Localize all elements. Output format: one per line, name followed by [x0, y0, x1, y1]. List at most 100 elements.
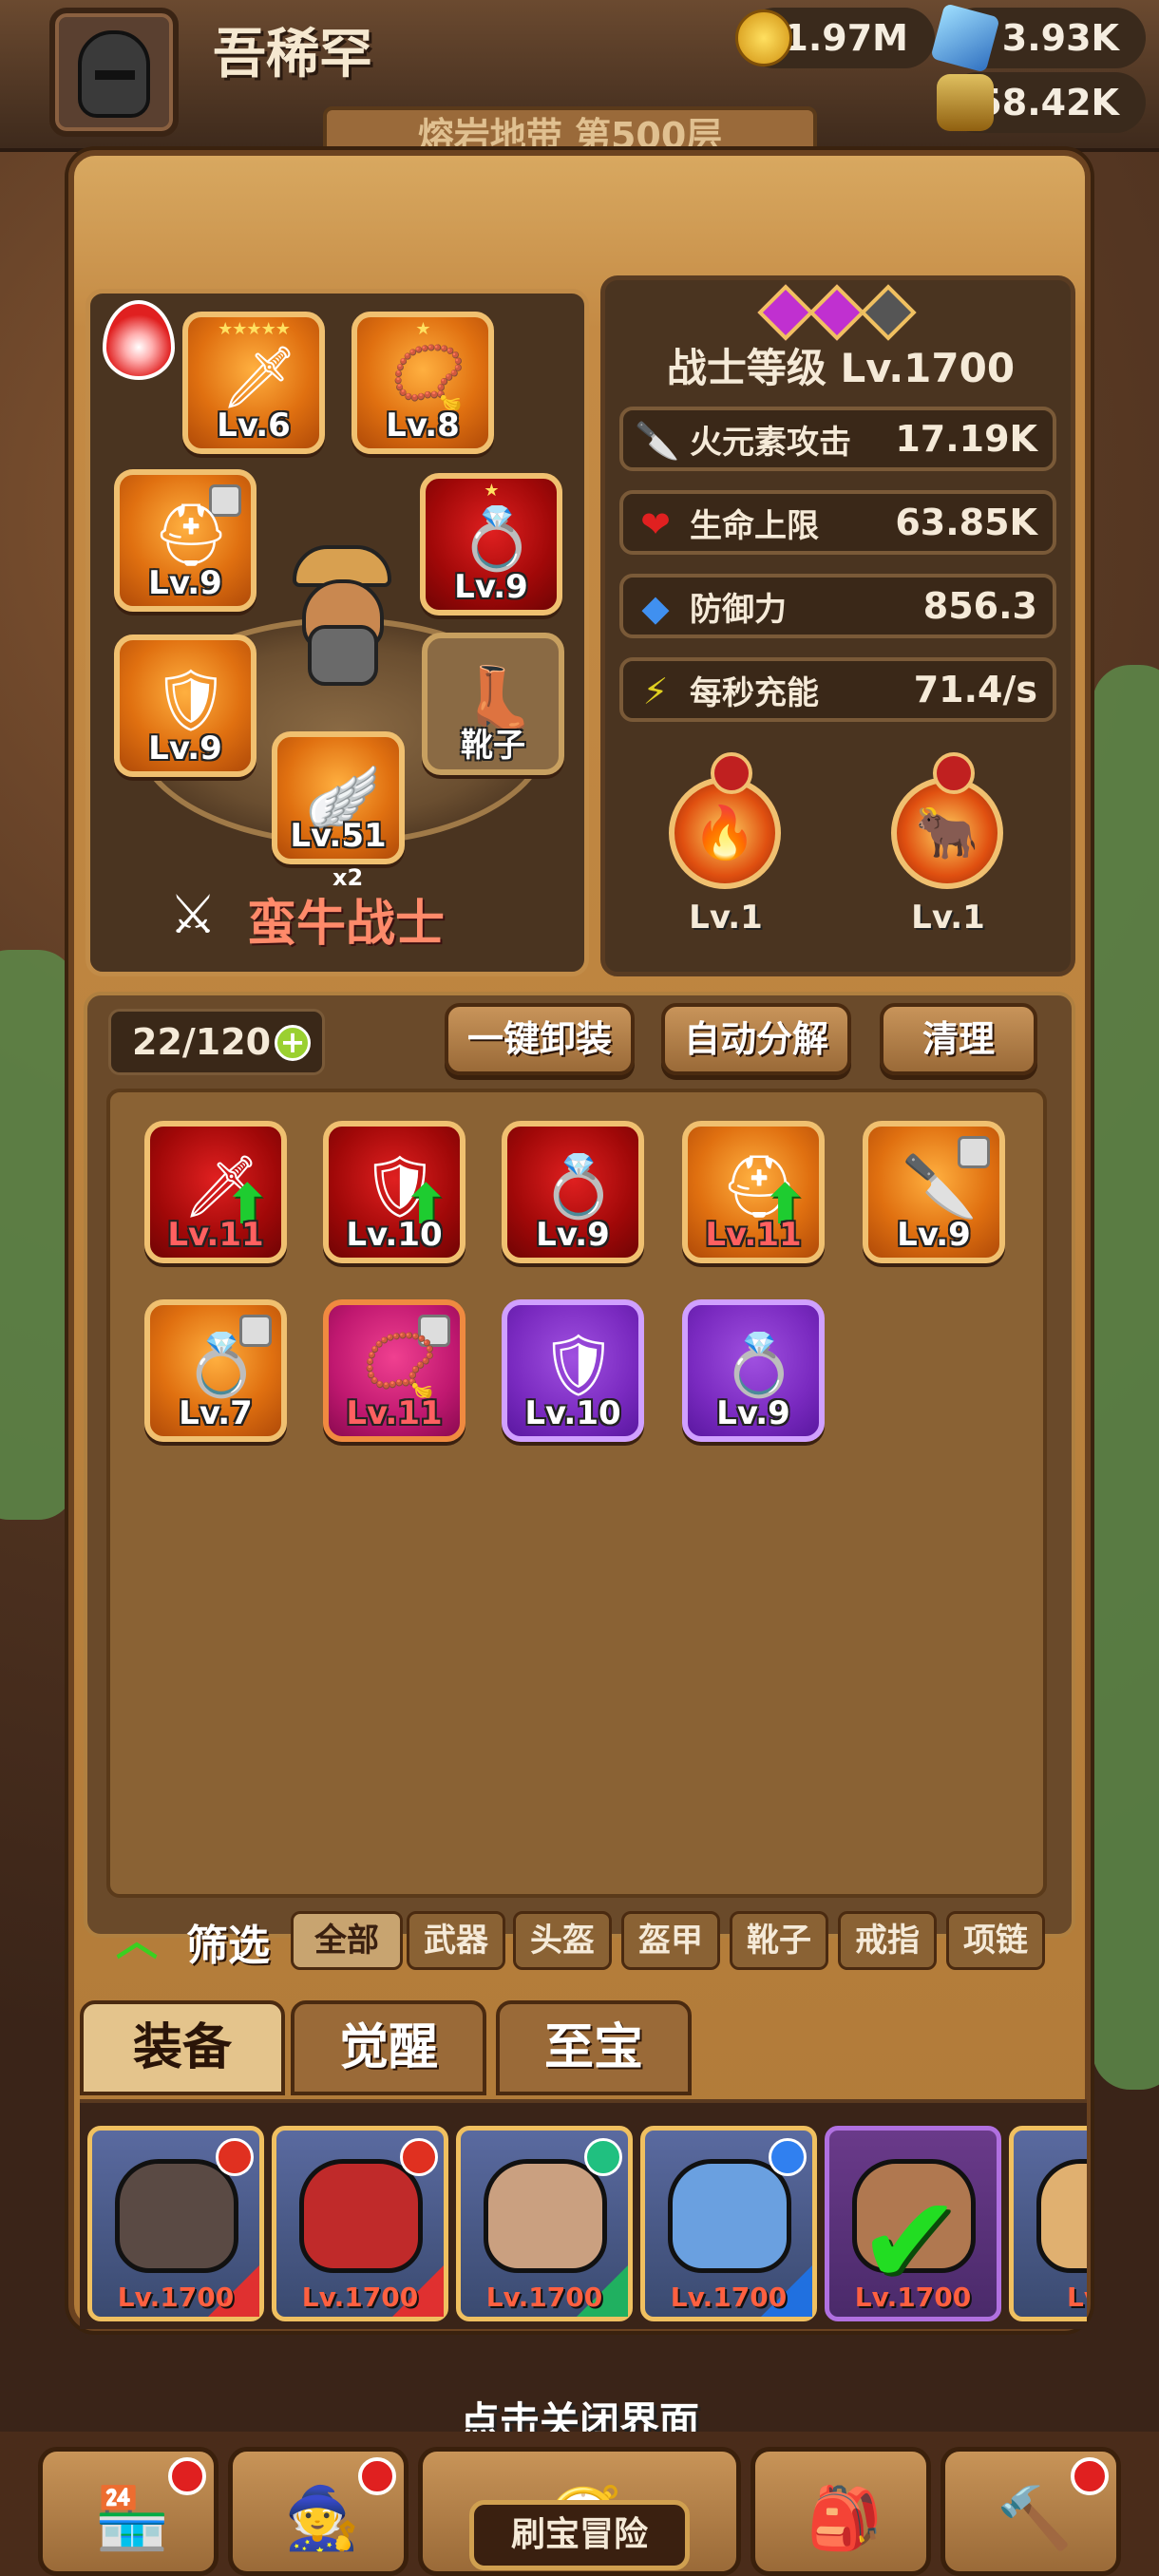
water-element-icon [769, 2138, 807, 2176]
hero-face [668, 2159, 791, 2273]
filter-helmet[interactable]: 头盔 [513, 1911, 612, 1970]
stat-fire-attack: 🔪 火元素攻击 17.19K [619, 407, 1056, 471]
filter-ring[interactable]: 戒指 [838, 1911, 937, 1970]
inventory-item[interactable]: 💍 Lv.7 [144, 1299, 287, 1442]
hero-level: Lv.1700 [485, 2282, 603, 2313]
fire-sword-icon: 🔪 [635, 420, 680, 462]
hero-face [484, 2159, 607, 2273]
stat-value: 63.85K [895, 502, 1037, 543]
nav-shop[interactable]: 🏪 [38, 2447, 218, 2576]
armor-slot[interactable]: 🛡 Lv.9 [114, 635, 256, 777]
notification-dot [358, 2457, 396, 2495]
player-avatar[interactable] [49, 8, 179, 137]
hero-card[interactable]: Lv.1 [1009, 2126, 1087, 2321]
item-level: Lv.9 [897, 1216, 971, 1254]
item-level: Lv.10 [346, 1216, 443, 1254]
weapon-slot[interactable]: ★★★★★ 🗡 Lv.6 [182, 312, 325, 454]
inventory-item[interactable]: ⛑ ⬆ Lv.11 [682, 1121, 825, 1263]
item-level: Lv.10 [524, 1394, 621, 1432]
hammer-icon: 🔨 [997, 2483, 1073, 2554]
stat-name: 防御力 [690, 590, 787, 629]
filter-boots[interactable]: 靴子 [730, 1911, 828, 1970]
crystal-icon [930, 3, 1000, 73]
boots-slot-empty[interactable]: 👢 靴子 [422, 633, 564, 775]
hero-body [308, 625, 378, 686]
wings-slot[interactable]: 🪽 Lv.51 [272, 731, 405, 864]
filter-label: 筛选 [186, 1922, 270, 1970]
hero-card[interactable]: Lv.1700 [456, 2126, 633, 2321]
hero-portrait-icon: 🧙 [284, 2483, 360, 2554]
item-level: Lv.7 [179, 1394, 253, 1432]
hero-level: Lv.1700 [670, 2282, 788, 2313]
item-level: Lv.11 [346, 1394, 443, 1432]
stat-max-hp: ❤ 生命上限 63.85K [619, 490, 1056, 555]
gem-icon [860, 284, 917, 341]
hero-face [1036, 2159, 1087, 2273]
gold-value: 1.97M [783, 17, 908, 59]
filter-all[interactable]: 全部 [291, 1911, 403, 1970]
hero-level: Lv.1700 [117, 2282, 235, 2313]
hero-level: Lv.1700 [854, 2282, 972, 2313]
item-level: Lv.11 [705, 1216, 802, 1254]
hero-card[interactable]: Lv.1700 [87, 2126, 264, 2321]
hero-character [285, 545, 399, 688]
nav-forge[interactable]: 🔨 [940, 2447, 1121, 2576]
skill-bull[interactable]: 🐂 [891, 752, 1003, 889]
helmet-slot[interactable]: ⛑ Lv.9 [114, 469, 256, 612]
nav-bag[interactable]: 🎒 [750, 2447, 931, 2576]
inventory-item[interactable]: 🗡 ⬆ Lv.11 [144, 1121, 287, 1263]
tab-equipment[interactable]: 装备 [80, 2000, 285, 2095]
stat-name: 每秒充能 [690, 673, 819, 712]
rank-gems [743, 284, 933, 341]
inventory-item[interactable]: 🛡 ⬆ Lv.10 [323, 1121, 466, 1263]
item-level: Lv.9 [148, 729, 222, 767]
filter-necklace[interactable]: 项链 [946, 1911, 1045, 1970]
tab-treasure[interactable]: 至宝 [496, 2000, 692, 2095]
inventory-item[interactable]: 🔪 Lv.9 [863, 1121, 1005, 1263]
filter-chevron-up-icon[interactable]: ︿ [116, 1921, 169, 1962]
stat-value: 71.4/s [913, 669, 1037, 710]
hero-card[interactable]: Lv.1700 [640, 2126, 817, 2321]
jar-value: 58.42K [977, 82, 1119, 123]
notification-dot [168, 2457, 206, 2495]
item-level: Lv.9 [454, 568, 528, 606]
ring-slot[interactable]: ★ 💍 Lv.9 [420, 473, 562, 616]
hero-face [115, 2159, 238, 2273]
shop-icon: 🏪 [94, 2483, 170, 2554]
skill-slash[interactable]: 🔥 [669, 752, 781, 889]
hero-level: Lv.1 [1067, 2282, 1087, 2313]
item-level: Lv.9 [148, 564, 222, 602]
fire-element-icon [216, 2138, 254, 2176]
inventory-item[interactable]: 📿 Lv.11 [323, 1299, 466, 1442]
unequip-all-button[interactable]: 一键卸装 [445, 1003, 635, 1075]
honey-jar-icon [937, 74, 994, 131]
fire-element-icon [400, 2138, 438, 2176]
skill-level: Lv.1 [689, 899, 763, 937]
auto-salvage-button[interactable]: 自动分解 [661, 1003, 851, 1075]
adventure-button[interactable]: 刷宝冒险 [469, 2500, 690, 2570]
item-level: Lv.51 [290, 817, 387, 855]
item-level: Lv.9 [536, 1216, 610, 1254]
wind-element-icon [584, 2138, 622, 2176]
background-zombies-left [0, 950, 76, 1520]
hero-card-selected[interactable]: ✔ Lv.1700 [825, 2126, 1001, 2321]
filter-armor[interactable]: 盔甲 [621, 1911, 720, 1970]
hero-card[interactable]: Lv.1700 [272, 2126, 448, 2321]
stat-name: 火元素攻击 [690, 423, 851, 462]
inventory-item[interactable]: 💍 Lv.9 [682, 1299, 825, 1442]
stat-value: 17.19K [895, 418, 1037, 460]
hero-level: Lv.1700 [301, 2282, 419, 2313]
add-capacity-button[interactable]: + [275, 1025, 311, 1061]
inventory-item[interactable]: 🛡 Lv.10 [502, 1299, 644, 1442]
hero-roster: Lv.1700 Lv.1700 Lv.1700 Lv.1700 ✔ Lv.170… [80, 2099, 1087, 2329]
charge-icon: ⚡ [642, 671, 669, 712]
cleanup-button[interactable]: 清理 [880, 1003, 1037, 1075]
inventory-item[interactable]: 💍 Lv.9 [502, 1121, 644, 1263]
inventory-count: 22/120 + [108, 1009, 325, 1075]
nav-heroes[interactable]: 🧙 [228, 2447, 408, 2576]
filter-weapon[interactable]: 武器 [407, 1911, 505, 1970]
gem-icon [808, 284, 865, 341]
inventory-count-value: 22/120 [132, 1021, 272, 1063]
tab-awaken[interactable]: 觉醒 [291, 2000, 486, 2095]
necklace-slot[interactable]: ★ 📿 Lv.8 [352, 312, 494, 454]
